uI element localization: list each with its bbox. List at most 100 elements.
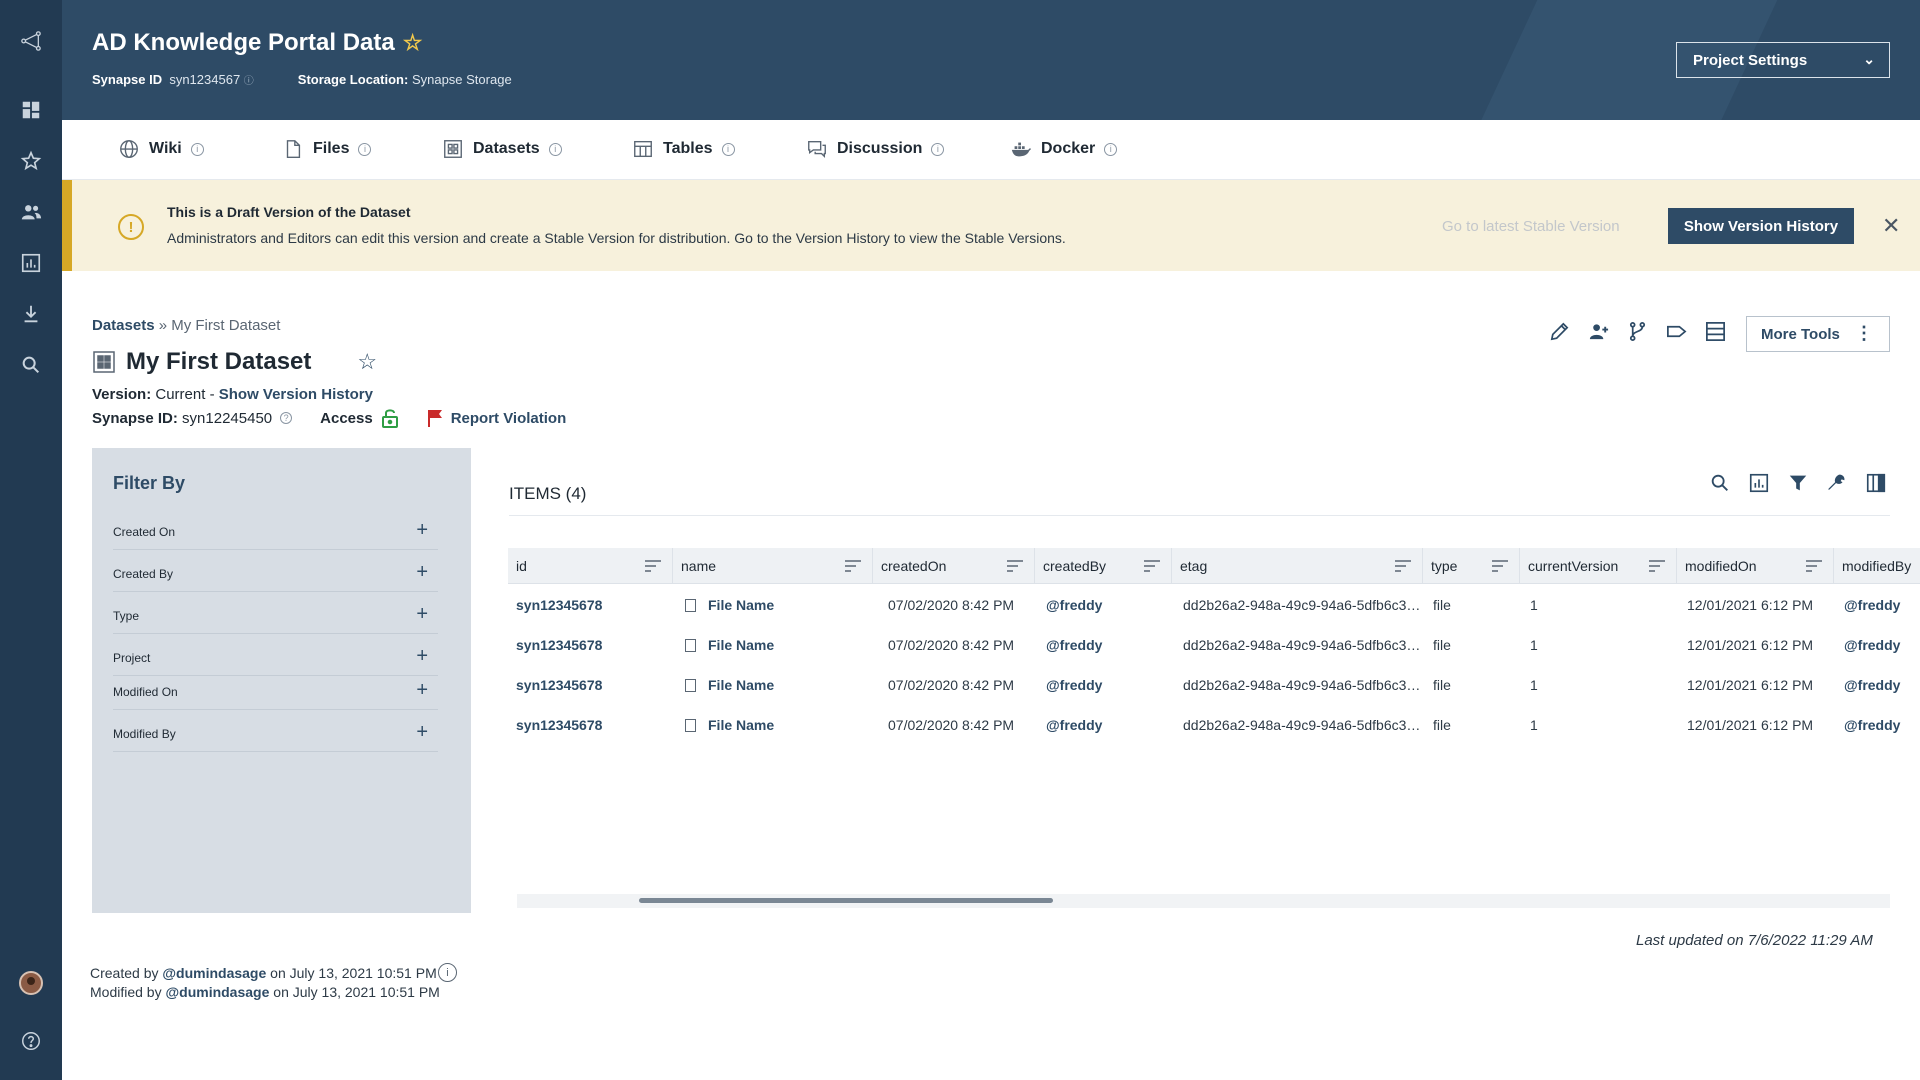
unlocked-icon[interactable] xyxy=(381,408,399,428)
column-header-createdby[interactable]: createdBy xyxy=(1035,548,1172,584)
tab-datasets[interactable]: Datasets i xyxy=(442,138,562,160)
tab-docker[interactable]: Docker i xyxy=(1010,138,1118,160)
report-violation-link[interactable]: Report Violation xyxy=(427,409,566,427)
sort-icon[interactable] xyxy=(1648,558,1666,574)
filter-item-created-on[interactable]: Created On + xyxy=(113,510,438,550)
search-icon[interactable] xyxy=(0,345,62,385)
plus-icon[interactable]: + xyxy=(416,519,428,542)
search-icon[interactable] xyxy=(1709,472,1731,494)
column-header-currentversion[interactable]: currentVersion xyxy=(1520,548,1677,584)
filter-item-modified-on[interactable]: Modified On + xyxy=(113,670,438,710)
user-avatar[interactable] xyxy=(19,971,43,995)
cell-createdon: 07/02/2020 8:42 PM xyxy=(888,637,1015,653)
banner-text: Administrators and Editors can edit this… xyxy=(167,230,1066,246)
tab-discussion-info-icon[interactable]: i xyxy=(931,142,945,156)
table-view-icon[interactable] xyxy=(1704,320,1727,343)
tab-files-info-icon[interactable]: i xyxy=(358,142,372,156)
synapse-id-label: Synapse ID xyxy=(92,72,163,87)
sort-icon[interactable] xyxy=(1394,558,1412,574)
project-favorite-star-icon[interactable]: ☆ xyxy=(403,30,423,56)
sort-icon[interactable] xyxy=(1143,558,1161,574)
tab-datasets-info-icon[interactable]: i xyxy=(548,142,562,156)
teams-icon[interactable] xyxy=(0,192,62,232)
help-icon[interactable] xyxy=(0,1021,62,1061)
breadcrumb-datasets-link[interactable]: Datasets xyxy=(92,317,155,334)
cell-name-link[interactable]: File Name xyxy=(673,705,873,745)
column-header-createdon[interactable]: createdOn xyxy=(873,548,1035,584)
column-header-modifiedby[interactable]: modifiedBy xyxy=(1834,548,1920,584)
created-by-user-link[interactable]: @dumindasage xyxy=(162,965,266,981)
visualization-chart-icon[interactable] xyxy=(1748,472,1770,494)
cell-id-link[interactable]: syn12345678 xyxy=(508,705,673,745)
tab-docker-info-icon[interactable]: i xyxy=(1104,142,1118,156)
show-version-history-button[interactable]: Show Version History xyxy=(1668,208,1854,244)
filter-item-modified-by[interactable]: Modified By + xyxy=(113,712,438,752)
sort-icon[interactable] xyxy=(844,558,862,574)
cell-createdby-link[interactable]: @freddy xyxy=(1038,705,1172,745)
download-icon[interactable] xyxy=(0,294,62,334)
cell-createdby-link[interactable]: @freddy xyxy=(1038,585,1172,625)
wrench-icon[interactable] xyxy=(1826,472,1848,494)
cell-name-link[interactable]: File Name xyxy=(673,585,873,625)
projects-chart-icon[interactable] xyxy=(0,243,62,283)
cell-id-link[interactable]: syn12345678 xyxy=(508,665,673,705)
filter-item-created-by[interactable]: Created By + xyxy=(113,552,438,592)
sort-icon[interactable] xyxy=(644,558,662,574)
plus-icon[interactable]: + xyxy=(416,561,428,584)
more-tools-label: More Tools xyxy=(1761,325,1840,343)
cell-modifiedon: 12/01/2021 6:12 PM xyxy=(1687,637,1814,653)
tab-wiki[interactable]: Wiki i xyxy=(118,138,204,160)
tab-tables[interactable]: Tables i xyxy=(632,138,735,160)
plus-icon[interactable]: + xyxy=(416,679,428,702)
info-icon[interactable]: i xyxy=(438,963,457,982)
synapse-id-help-icon[interactable]: ⓘ xyxy=(244,76,254,87)
plus-icon[interactable]: + xyxy=(416,645,428,668)
cell-createdby-link[interactable]: @freddy xyxy=(1038,625,1172,665)
tab-files[interactable]: Files i xyxy=(282,138,372,160)
plus-icon[interactable]: + xyxy=(416,721,428,744)
cell-modifiedby-link[interactable]: @freddy xyxy=(1836,625,1920,665)
synapse-id-help-icon[interactable]: ? xyxy=(280,412,293,424)
tab-discussion[interactable]: Discussion i xyxy=(806,138,945,160)
cell-createdby-link[interactable]: @freddy xyxy=(1038,665,1172,705)
horizontal-scrollbar[interactable] xyxy=(517,894,1890,908)
cell-id-link[interactable]: syn12345678 xyxy=(508,625,673,665)
share-people-icon[interactable] xyxy=(1587,320,1610,343)
version-branch-icon[interactable] xyxy=(1626,320,1649,343)
storage-value: Synapse Storage xyxy=(411,72,512,87)
tab-tables-info-icon[interactable]: i xyxy=(721,142,735,156)
column-header-name[interactable]: name xyxy=(673,548,873,584)
dashboard-icon[interactable] xyxy=(0,90,62,130)
more-tools-button[interactable]: More Tools ⋮ xyxy=(1746,316,1890,352)
column-header-id[interactable]: id xyxy=(508,548,673,584)
synapse-logo-icon[interactable] xyxy=(0,21,62,61)
dataset-favorite-star-icon[interactable]: ☆ xyxy=(357,349,377,375)
cell-modifiedby-link[interactable]: @freddy xyxy=(1836,665,1920,705)
tab-files-label: Files xyxy=(313,140,350,157)
column-header-etag[interactable]: etag xyxy=(1172,548,1423,584)
go-to-latest-stable-link[interactable]: Go to latest Stable Version xyxy=(1442,218,1620,235)
tab-wiki-info-icon[interactable]: i xyxy=(190,142,204,156)
edit-pencil-icon[interactable] xyxy=(1548,320,1571,343)
columns-icon[interactable] xyxy=(1865,472,1887,494)
column-header-type[interactable]: type xyxy=(1423,548,1520,584)
cell-id-link[interactable]: syn12345678 xyxy=(508,585,673,625)
tag-icon[interactable] xyxy=(1665,320,1688,343)
project-settings-button[interactable]: Project Settings ⌄ xyxy=(1676,42,1890,78)
plus-icon[interactable]: + xyxy=(416,603,428,626)
favorites-star-icon[interactable] xyxy=(0,141,62,181)
filter-item-type[interactable]: Type + xyxy=(113,594,438,634)
show-version-history-link[interactable]: Show Version History xyxy=(219,386,373,403)
cell-name-link[interactable]: File Name xyxy=(673,625,873,665)
scrollbar-thumb[interactable] xyxy=(639,898,1053,903)
close-icon[interactable]: ✕ xyxy=(1882,213,1900,239)
modified-by-user-link[interactable]: @dumindasage xyxy=(165,984,269,1000)
filter-funnel-icon[interactable] xyxy=(1787,472,1809,494)
cell-name-link[interactable]: File Name xyxy=(673,665,873,705)
cell-modifiedby-link[interactable]: @freddy xyxy=(1836,585,1920,625)
cell-modifiedby-link[interactable]: @freddy xyxy=(1836,705,1920,745)
sort-icon[interactable] xyxy=(1006,558,1024,574)
column-header-modifiedon[interactable]: modifiedOn xyxy=(1677,548,1834,584)
sort-icon[interactable] xyxy=(1805,558,1823,574)
sort-icon[interactable] xyxy=(1491,558,1509,574)
